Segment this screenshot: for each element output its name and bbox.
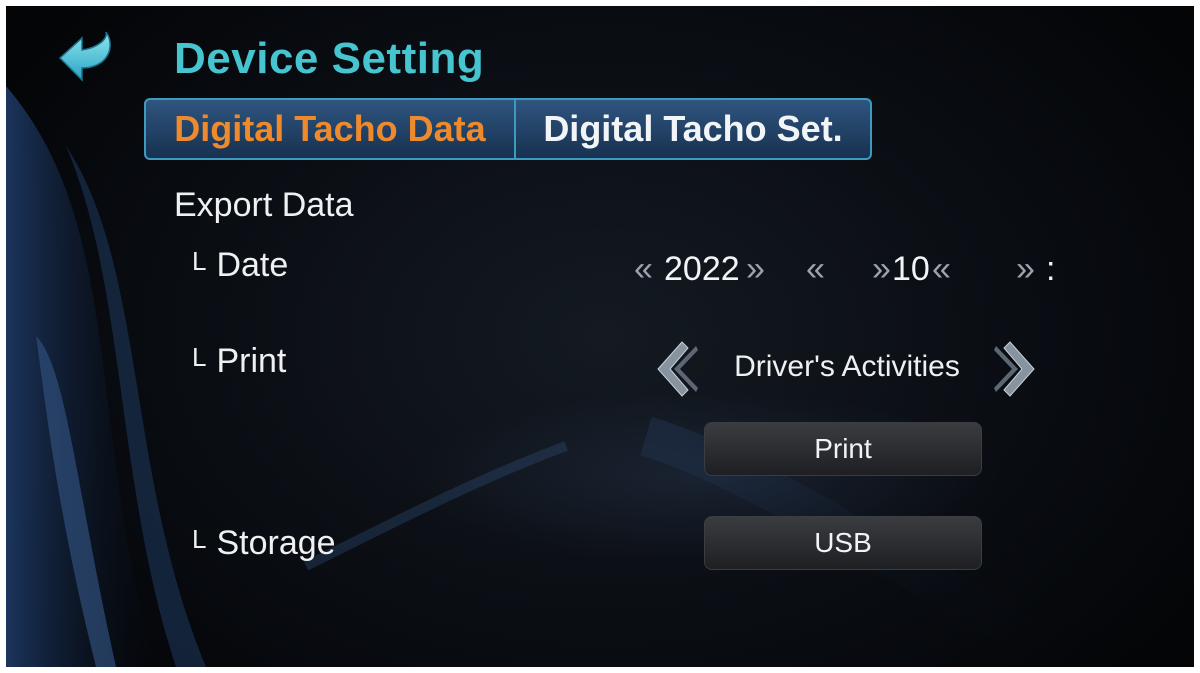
- print-label-row: L Print: [192, 342, 286, 381]
- day-next-chevron-icon[interactable]: »: [1016, 244, 1035, 294]
- print-type-value: Driver's Activities: [734, 350, 960, 383]
- tab-bar: Digital Tacho Data Digital Tacho Set.: [144, 98, 872, 160]
- print-prev-chevron-icon[interactable]: [652, 338, 700, 400]
- print-next-chevron-icon[interactable]: [992, 338, 1040, 400]
- print-label: Print: [216, 342, 287, 380]
- storage-usb-button[interactable]: USB: [704, 516, 982, 570]
- storage-label-row: L Storage: [192, 524, 336, 563]
- year-prev-chevron-icon[interactable]: «: [634, 244, 653, 294]
- date-selector: « 2022 » « » 10 « » :: [6, 244, 1194, 294]
- back-arrow-icon: [58, 31, 111, 82]
- back-button[interactable]: [56, 28, 116, 88]
- date-day: 10: [892, 250, 930, 288]
- tab-digital-tacho-set[interactable]: Digital Tacho Set.: [516, 100, 870, 158]
- print-button[interactable]: Print: [704, 422, 982, 476]
- date-year: 2022: [664, 250, 740, 288]
- year-next-chevron-icon[interactable]: »: [746, 244, 765, 294]
- month-prev-chevron-icon[interactable]: «: [806, 244, 825, 294]
- corner-glyph: L: [192, 524, 207, 554]
- storage-label: Storage: [216, 524, 336, 562]
- month-next-chevron-icon[interactable]: »: [872, 244, 891, 294]
- date-extra: :: [1046, 250, 1056, 288]
- device-screen: Device Setting Digital Tacho Data Digita…: [6, 6, 1194, 667]
- section-title: Export Data: [174, 186, 354, 224]
- day-prev-chevron-icon[interactable]: «: [932, 244, 951, 294]
- corner-glyph: L: [192, 342, 207, 372]
- page-title: Device Setting: [174, 34, 485, 83]
- tab-digital-tacho-data[interactable]: Digital Tacho Data: [146, 100, 516, 158]
